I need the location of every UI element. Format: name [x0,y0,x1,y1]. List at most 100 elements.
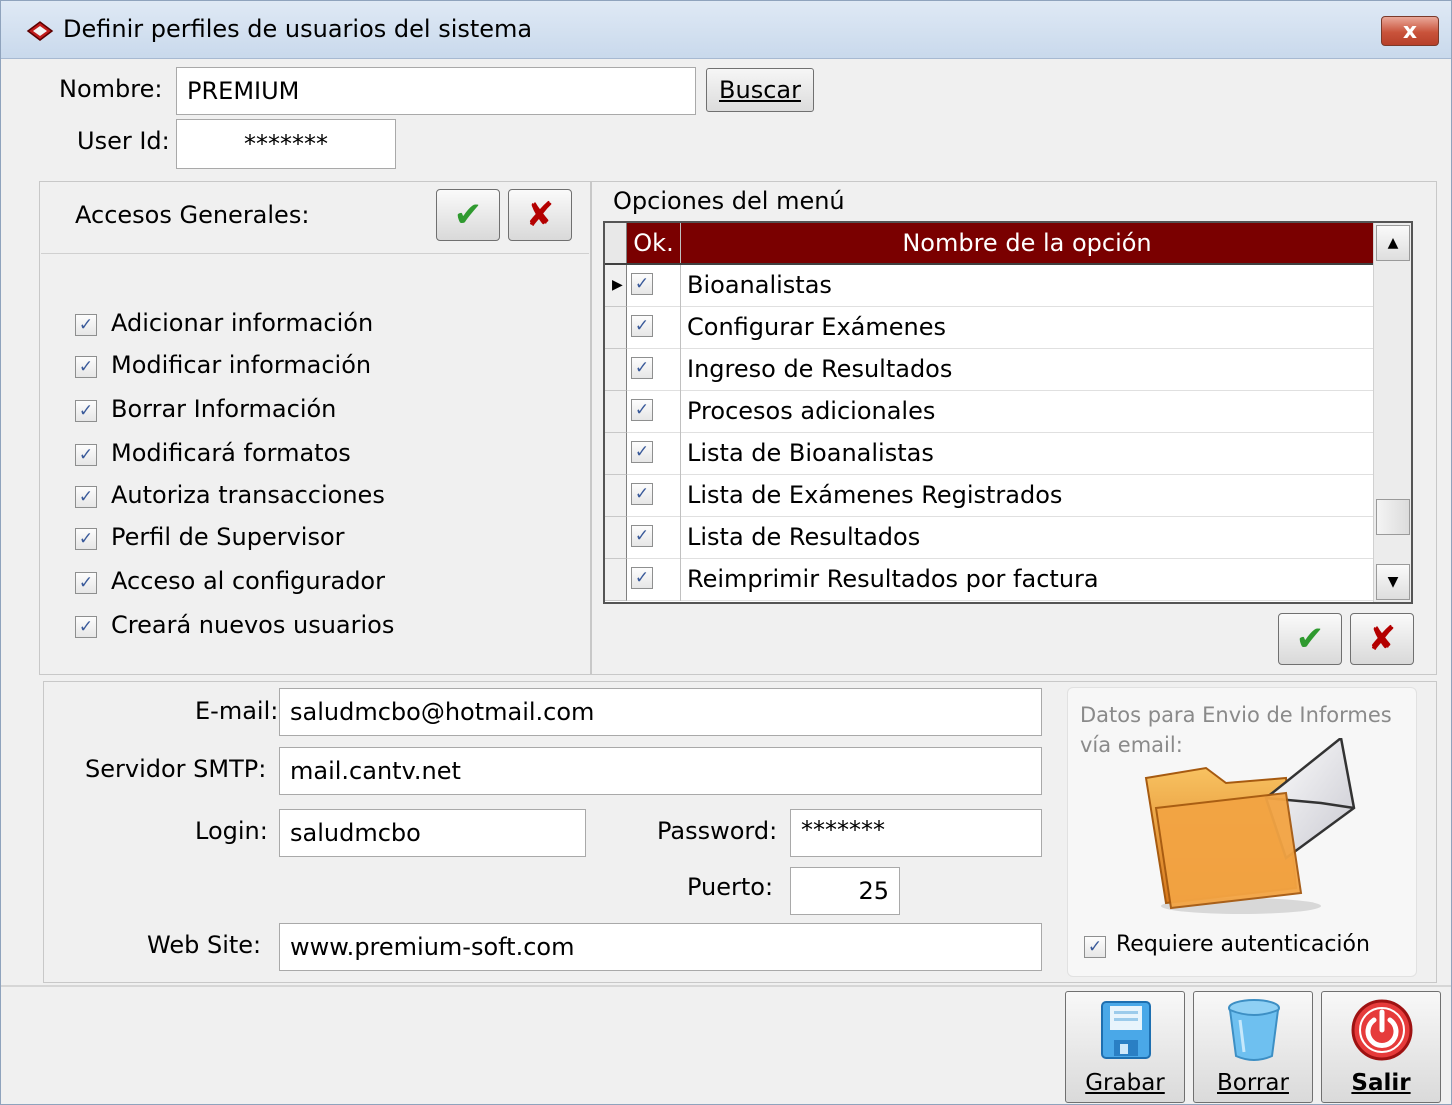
menu-title: Opciones del menú [613,187,845,215]
borrar-button[interactable]: Borrar [1193,991,1313,1103]
puerto-label: Puerto: [687,873,774,901]
grid-row[interactable]: ✓ Lista de Bioanalistas [605,433,1373,475]
checkbox-checked-icon[interactable]: ✓ [75,400,97,422]
grid-ok-cell[interactable]: ✓ [627,349,681,391]
password-label: Password: [657,817,778,845]
acceso-item-label: Borrar Información [111,395,337,423]
puerto-field[interactable]: 25 [790,867,900,915]
grid-ok-cell[interactable]: ✓ [627,433,681,475]
profile-dialog: Definir perfiles de usuarios del sistema… [0,0,1452,1105]
close-button[interactable]: x [1381,16,1439,46]
grabar-button[interactable]: Grabar [1065,991,1185,1103]
login-value: saludmcbo [290,819,421,847]
website-label: Web Site: [147,931,262,959]
trash-bin-icon [1228,999,1280,1061]
grid-row[interactable]: ✓ Lista de Resultados [605,517,1373,559]
row-indicator [605,517,627,559]
row-indicator: ▶ [605,265,627,307]
grid-scrollbar[interactable]: ▲ ▼ [1373,223,1411,602]
nombre-input[interactable]: PREMIUM [176,67,696,115]
acceso-item-label: Modificará formatos [111,439,351,467]
auth-checkbox[interactable]: ✓ [1084,936,1106,958]
accesos-uncheck-all-button[interactable]: ✘ [508,189,572,241]
menu-options-grid[interactable]: Ok. Nombre de la opción ▶ ✓ Bioanalistas… [603,221,1413,604]
title-bar: Definir perfiles de usuarios del sistema… [1,1,1451,59]
checkbox-checked-icon[interactable]: ✓ [75,486,97,508]
row-indicator [605,559,627,601]
green-check-icon: ✔ [453,195,483,235]
checkbox-checked-icon[interactable]: ✓ [75,444,97,466]
accesos-check-all-button[interactable]: ✔ [436,189,500,241]
grid-header: Ok. Nombre de la opción [605,223,1373,265]
grid-row[interactable]: ✓ Reimprimir Resultados por factura [605,559,1373,601]
envelope-folder-icon [1144,738,1356,914]
grid-option-name: Lista de Bioanalistas [687,439,934,467]
acceso-item-label: Autoriza transacciones [111,481,385,509]
login-label: Login: [195,817,268,845]
checkbox-checked-icon[interactable]: ✓ [631,357,653,379]
grid-row[interactable]: ✓ Ingreso de Resultados [605,349,1373,391]
scroll-thumb[interactable] [1376,499,1410,535]
grid-ok-cell[interactable]: ✓ [627,265,681,307]
row-indicator [605,391,627,433]
grid-ok-cell[interactable]: ✓ [627,517,681,559]
auth-label: Requiere autenticación [1116,932,1370,957]
grid-option-name: Lista de Exámenes Registrados [687,481,1063,509]
footer-divider [1,985,1451,987]
checkbox-checked-icon[interactable]: ✓ [75,356,97,378]
grabar-label: Grabar [1066,1070,1184,1096]
email-value: saludmcbo@hotmail.com [290,698,595,726]
row-indicator [605,433,627,475]
checkbox-checked-icon[interactable]: ✓ [631,567,653,589]
login-field[interactable]: saludmcbo [279,809,586,857]
scroll-down-button[interactable]: ▼ [1376,564,1410,600]
grid-row[interactable]: ▶ ✓ Bioanalistas [605,265,1373,307]
website-field[interactable]: www.premium-soft.com [279,923,1042,971]
close-icon: x [1402,18,1418,44]
accesos-divider [41,253,589,254]
nombre-value: PREMIUM [187,77,300,105]
email-label: E-mail: [195,697,279,725]
userid-label: User Id: [77,127,170,155]
red-x-icon: ✘ [525,195,555,235]
grid-header-ok: Ok. [627,223,681,263]
row-indicator [605,475,627,517]
checkbox-checked-icon[interactable]: ✓ [75,528,97,550]
power-icon [1351,999,1413,1061]
buscar-label: Buscar [719,76,801,104]
salir-label: Salir [1322,1070,1440,1096]
grid-row[interactable]: ✓ Lista de Exámenes Registrados [605,475,1373,517]
checkbox-checked-icon[interactable]: ✓ [75,314,97,336]
scroll-up-button[interactable]: ▲ [1376,225,1410,261]
grid-ok-cell[interactable]: ✓ [627,559,681,601]
password-field[interactable]: ******* [790,809,1042,857]
checkbox-checked-icon[interactable]: ✓ [631,483,653,505]
acceso-item-label: Perfil de Supervisor [111,523,345,551]
email-field[interactable]: saludmcbo@hotmail.com [279,688,1042,736]
menu-check-all-button[interactable]: ✔ [1278,613,1342,665]
current-row-arrow-icon: ▶ [612,277,623,293]
grid-ok-cell[interactable]: ✓ [627,475,681,517]
grid-row[interactable]: ✓ Procesos adicionales [605,391,1373,433]
grid-ok-cell[interactable]: ✓ [627,307,681,349]
checkbox-checked-icon[interactable]: ✓ [631,315,653,337]
grid-ok-cell[interactable]: ✓ [627,391,681,433]
borrar-label-text: Borrar [1217,1070,1289,1096]
checkbox-checked-icon[interactable]: ✓ [75,616,97,638]
row-indicator [605,307,627,349]
checkbox-checked-icon[interactable]: ✓ [631,525,653,547]
salir-label-text: Salir [1351,1070,1411,1096]
salir-button[interactable]: Salir [1321,991,1441,1103]
checkbox-checked-icon[interactable]: ✓ [631,273,653,295]
smtp-field[interactable]: mail.cantv.net [279,747,1042,795]
checkbox-checked-icon[interactable]: ✓ [631,399,653,421]
checkbox-checked-icon[interactable]: ✓ [631,441,653,463]
email-info-box: Datos para Envio de Informes vía email: … [1067,687,1417,977]
checkbox-checked-icon[interactable]: ✓ [75,572,97,594]
menu-uncheck-all-button[interactable]: ✘ [1350,613,1414,665]
grid-header-indicator [605,223,627,263]
userid-input[interactable]: ******* [176,119,396,169]
grid-row[interactable]: ✓ Configurar Exámenes [605,307,1373,349]
userid-value: ******* [244,130,328,158]
buscar-button[interactable]: Buscar [706,68,814,112]
